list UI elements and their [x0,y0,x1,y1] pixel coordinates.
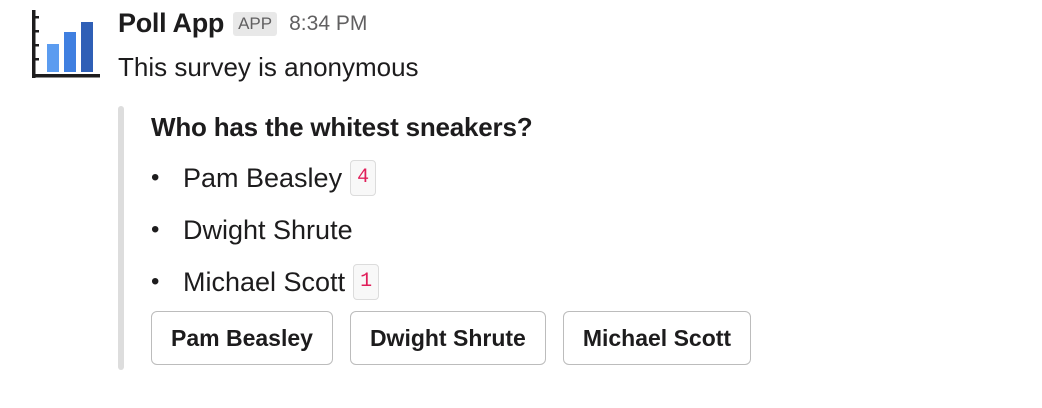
poll-question: Who has the whitest sneakers? [151,112,533,142]
vote-pam-beasley-button[interactable]: Pam Beasley [151,311,333,365]
poll-options-list: • Pam Beasley 4 • Dwight Shrute • Michae… [151,152,380,308]
sender-name[interactable]: Poll App [118,8,224,39]
poll-app-avatar[interactable] [30,10,102,80]
poll-option-label: Dwight Shrute [183,214,353,245]
poll-option-label: Pam Beasley [183,162,343,193]
bullet-icon: • [151,216,160,243]
vote-dwight-shrute-button[interactable]: Dwight Shrute [349,311,546,365]
poll-option-label: Michael Scott [183,266,346,297]
vote-buttons: Pam Beasley Dwight Shrute Michael Scott [151,311,752,365]
attachment-bar [118,106,124,370]
bullet-icon: • [151,164,160,191]
app-badge: APP [233,11,278,36]
poll-option: • Michael Scott 1 [151,256,380,308]
poll-option: • Pam Beasley 4 [151,152,379,204]
vote-michael-scott-button[interactable]: Michael Scott [562,311,752,365]
bar-chart-icon [32,10,100,78]
message-header: Poll App APP 8:34 PM [118,8,367,39]
message-timestamp[interactable]: 8:34 PM [289,12,367,36]
poll-message: Poll App APP 8:34 PM This survey is anon… [0,0,1042,408]
poll-option: • Dwight Shrute [151,204,379,256]
bullet-icon: • [151,268,160,295]
vote-count: 1 [353,264,380,300]
vote-count: 4 [350,160,377,196]
message-text: This survey is anonymous [118,52,419,82]
